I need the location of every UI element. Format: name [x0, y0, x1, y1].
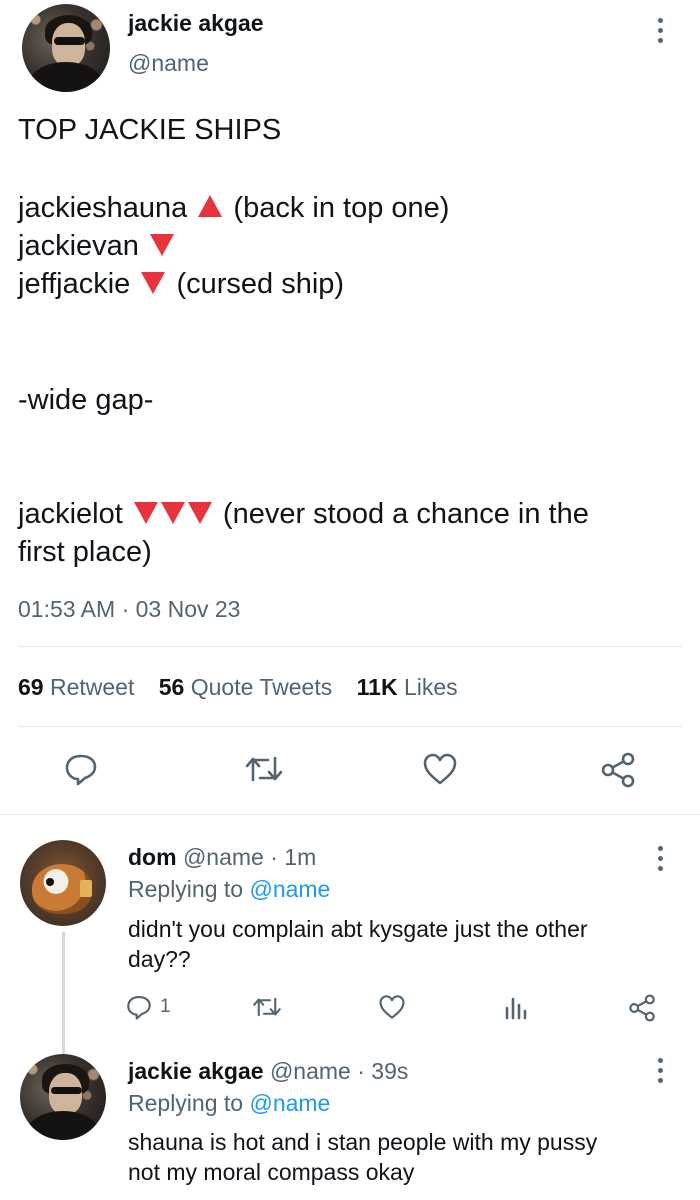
tweet-timestamp[interactable]: 01:53 AM · 03 Nov 23	[18, 596, 240, 623]
reply-text-line: not my moral compass okay	[128, 1159, 415, 1185]
reply-time: · 39s	[357, 1058, 409, 1084]
more-options-icon[interactable]	[648, 18, 672, 48]
ship-name: jackievan	[18, 230, 139, 262]
reply-icon[interactable]	[126, 994, 152, 1020]
display-name[interactable]: jackie akgae	[128, 1058, 264, 1084]
user-handle[interactable]: @name	[270, 1058, 351, 1084]
user-handle[interactable]: @name	[183, 844, 264, 870]
ship-name: jackieshauna	[18, 192, 188, 224]
red-triangle-up-icon	[198, 195, 223, 218]
display-name[interactable]: jackie akgae	[128, 10, 264, 37]
retweet-icon[interactable]	[252, 994, 282, 1020]
reply-text: didn't you complain abt kysgate just the…	[128, 914, 588, 974]
divider	[0, 814, 700, 815]
reply-text-line: shauna is hot and i stan people with my …	[128, 1129, 598, 1155]
likes-stat[interactable]: 11K Likes	[357, 674, 458, 700]
thread-line	[62, 932, 65, 1054]
ship-comment: first place)	[18, 536, 152, 568]
ship-comment: (back in top one)	[233, 192, 450, 224]
tweet-stats: 69 Retweet 56 Quote Tweets 11K Likes	[18, 674, 458, 701]
reply-text-line: didn't you complain abt kysgate just the…	[128, 916, 588, 942]
tweet-text-line: jackieshauna (back in top one)	[18, 190, 449, 226]
red-triangle-down-icon	[133, 502, 158, 525]
red-triangle-down-icon	[187, 502, 212, 525]
retweets-count: 69	[18, 674, 44, 700]
replying-handle-link[interactable]: @name	[249, 876, 330, 902]
avatar[interactable]	[20, 840, 106, 926]
ship-name: jackielot	[18, 498, 123, 530]
user-handle[interactable]: @name	[128, 50, 209, 77]
tweet-heading: TOP JACKIE SHIPS	[18, 114, 282, 146]
display-name[interactable]: dom	[128, 844, 177, 870]
share-icon[interactable]	[628, 994, 656, 1022]
ship-comment: (cursed ship)	[176, 268, 345, 300]
tweet-text-line: first place)	[18, 534, 152, 570]
replying-prefix: Replying to	[128, 1090, 244, 1116]
ship-name: jeffjackie	[18, 268, 131, 300]
reply-time: · 1m	[270, 844, 317, 870]
reply-icon[interactable]	[64, 752, 98, 786]
replying-to: Replying to @name	[128, 1090, 330, 1117]
reply-count: 1	[160, 996, 171, 1017]
avatar[interactable]	[22, 4, 110, 92]
tweet-text-line: jeffjackie (cursed ship)	[18, 266, 344, 302]
reply-header: dom @name · 1m	[128, 844, 316, 871]
likes-count: 11K	[356, 674, 398, 700]
divider	[18, 646, 682, 647]
retweets-stat[interactable]: 69 Retweet	[18, 674, 134, 700]
share-icon[interactable]	[600, 752, 636, 788]
avatar[interactable]	[20, 1054, 106, 1140]
retweets-label: Retweet	[49, 674, 135, 700]
more-options-icon[interactable]	[648, 1058, 672, 1088]
like-icon[interactable]	[378, 994, 406, 1020]
red-triangle-down-icon	[141, 272, 166, 295]
replying-prefix: Replying to	[128, 876, 244, 902]
quotes-stat[interactable]: 56 Quote Tweets	[159, 674, 332, 700]
retweet-icon[interactable]	[244, 752, 284, 786]
likes-label: Likes	[403, 674, 458, 700]
more-options-icon[interactable]	[648, 846, 672, 876]
red-triangle-down-icon	[149, 234, 174, 257]
red-triangle-down-icon	[160, 502, 185, 525]
analytics-icon[interactable]	[504, 994, 528, 1020]
quotes-count: 56	[158, 674, 185, 700]
ship-comment: (never stood a chance in the	[222, 498, 589, 530]
reply-text: shauna is hot and i stan people with my …	[128, 1127, 597, 1187]
divider	[18, 726, 682, 727]
replying-to: Replying to @name	[128, 876, 330, 903]
replying-handle-link[interactable]: @name	[249, 1090, 330, 1116]
tweet-text-line: TOP JACKIE SHIPS	[18, 112, 281, 148]
tweet-text-line: jackielot (never stood a chance in the	[18, 496, 589, 532]
like-icon[interactable]	[422, 752, 458, 786]
reply-header: jackie akgae @name · 39s	[128, 1058, 408, 1085]
tweet-text-line: jackievan	[18, 228, 177, 264]
gap-text: -wide gap-	[18, 384, 154, 416]
quotes-label: Quote Tweets	[190, 674, 333, 700]
reply-text-line: day??	[128, 946, 191, 972]
tweet-text-line: -wide gap-	[18, 382, 153, 418]
